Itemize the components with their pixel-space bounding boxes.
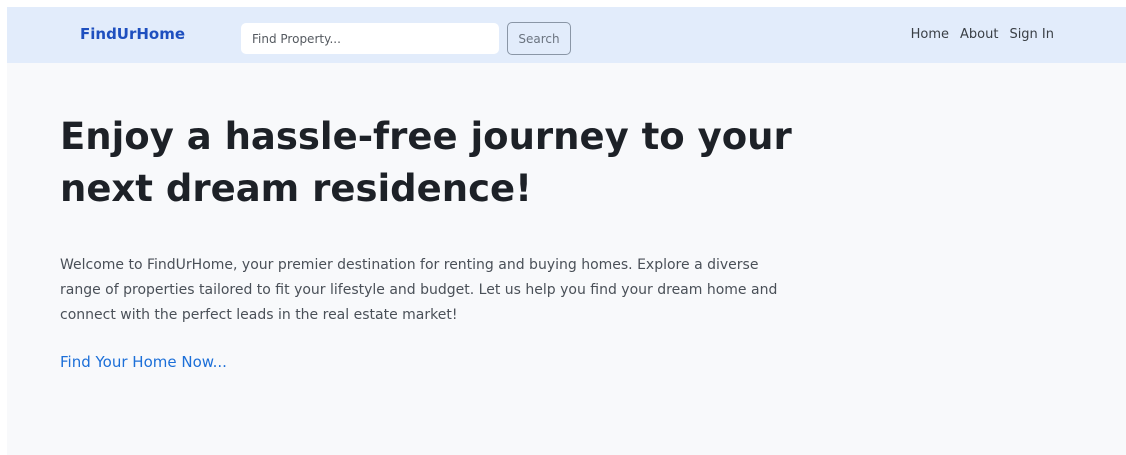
search-input[interactable] bbox=[241, 23, 499, 54]
nav-link-home[interactable]: Home bbox=[911, 25, 949, 45]
nav-link-about[interactable]: About bbox=[960, 25, 998, 45]
navbar: FindUrHome Search Home About Sign In bbox=[7, 7, 1126, 63]
nav-links: Home About Sign In bbox=[911, 25, 1054, 45]
nav-link-sign-in[interactable]: Sign In bbox=[1009, 25, 1054, 45]
find-home-cta-link[interactable]: Find Your Home Now... bbox=[60, 351, 227, 373]
brand-logo-link[interactable]: FindUrHome bbox=[80, 24, 185, 44]
hero-title: Enjoy a hassle-free journey to your next… bbox=[60, 115, 792, 210]
hero-description: Welcome to FindUrHome, your premier dest… bbox=[60, 257, 778, 323]
page: FindUrHome Search Home About Sign In Enj… bbox=[7, 7, 1126, 455]
search-button[interactable]: Search bbox=[507, 22, 571, 55]
